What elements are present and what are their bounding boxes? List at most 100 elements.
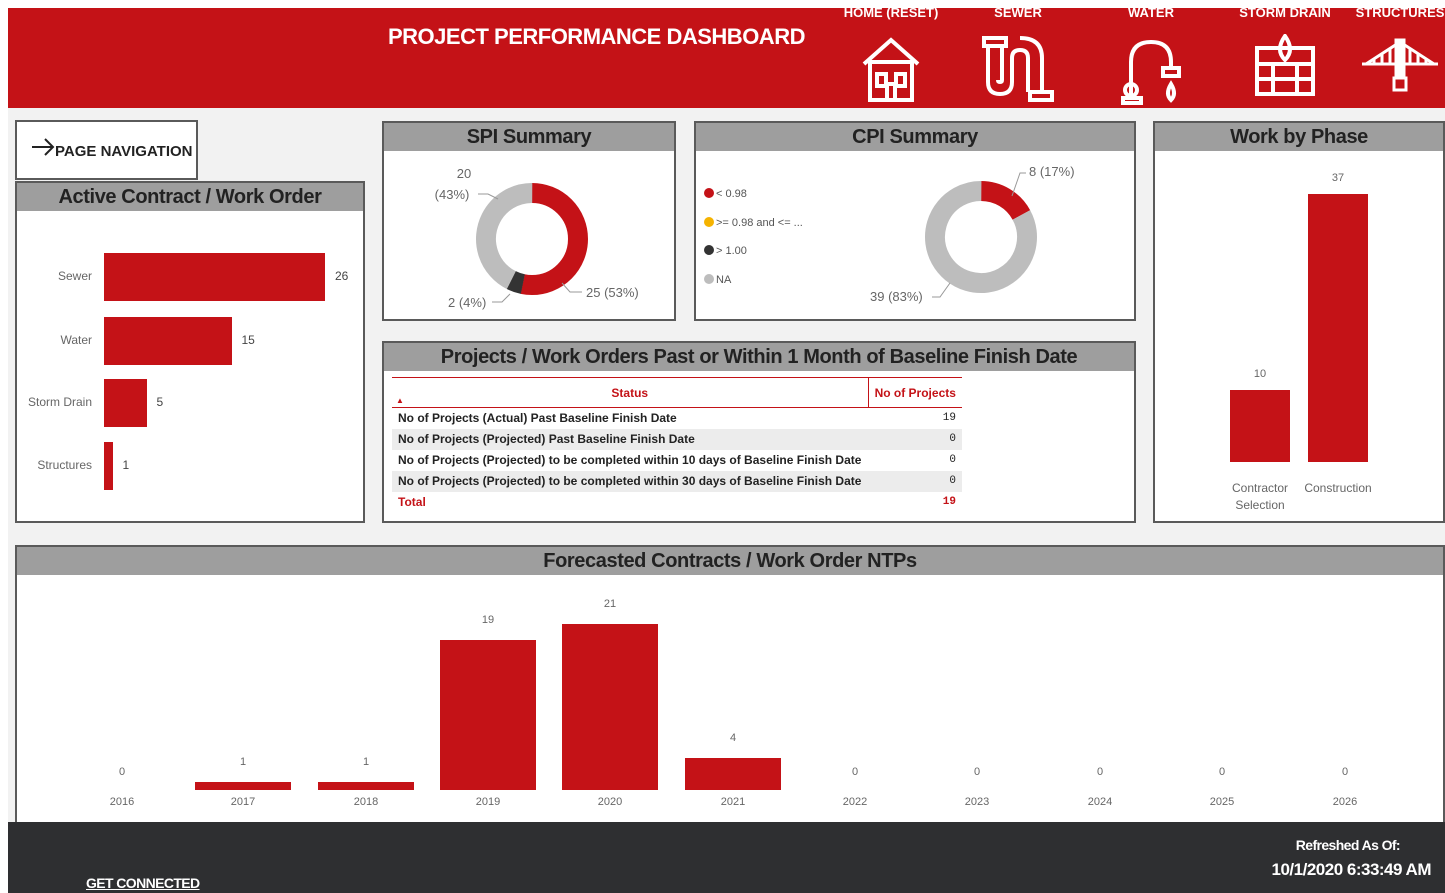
forecast-panel: Forecasted Contracts / Work Order NTPs 0… [15,545,1445,830]
legend-item-na[interactable]: NA [704,274,731,286]
spi-summary-title: SPI Summary [384,123,674,151]
leader-line [561,282,582,293]
work-by-phase-title: Work by Phase [1155,123,1443,151]
nav-structures-label: STRUCTURES [1355,5,1445,20]
legend-dot-yellow [704,217,714,227]
nav-structures-button[interactable]: STRUCTURES [1350,5,1445,108]
storm-drain-icon [1255,34,1315,96]
data-label: 1 [239,756,247,769]
nav-storm-drain-button[interactable]: STORM DRAIN [1220,5,1350,108]
data-label: 19 [481,613,495,626]
bar-2018[interactable] [318,782,414,790]
sort-ascending-icon: ▲ [396,396,404,405]
status-cell: No of Projects (Actual) Past Baseline Fi… [398,411,677,426]
bar-2021[interactable] [685,758,781,790]
bar-2020[interactable] [562,624,658,790]
bar-water[interactable] [104,317,232,365]
column-label: Status [611,385,649,400]
data-label: 0 [118,766,126,778]
table-row[interactable]: No of Projects (Projected) to be complet… [392,450,962,471]
sewer-pipe-icon [982,36,1054,102]
nav-water-label: WATER [1128,5,1174,20]
total-label: Total [398,495,426,509]
category-label: Sewer [57,269,92,283]
baseline-finish-panel: Projects / Work Orders Past or Within 1 … [382,341,1136,523]
data-label: 0 [851,766,859,778]
header-bar: PROJECT PERFORMANCE DASHBOARD HOME (RESE… [8,5,1445,108]
data-label: 15 [241,333,255,347]
donut-slice[interactable] [919,175,1044,300]
slice-label-gray-count: 20 [457,166,471,181]
bar-phase[interactable] [1308,194,1368,462]
table-row[interactable]: No of Projects (Projected) Past Baseline… [392,428,962,450]
data-label: 0 [1096,766,1104,778]
cpi-summary-panel: CPI Summary < 0.98 >= 0.98 and <= ... > … [694,121,1136,321]
data-label: 0 [1218,766,1226,778]
slice-label-black: 2 (4%) [448,295,486,310]
year-label: 2021 [720,796,746,808]
nav-sewer-button[interactable]: SEWER [973,5,1063,108]
table-total-row: Total 19 [392,492,962,513]
spi-donut-chart: 25 (53%) 2 (4%) 20 (43%) [435,166,639,310]
bar-2019[interactable] [440,639,536,790]
dashboard-canvas: Active Contract / Work Order Sewer 26 Wate… [8,108,1445,830]
legend-item-between[interactable]: >= 0.98 and <= ... [704,217,803,229]
bar-sewer[interactable] [104,253,325,301]
active-contracts-panel: Active Contract / Work Order Sewer 26 Wate… [15,181,365,523]
table-row[interactable]: No of Projects (Projected) to be complet… [392,470,962,492]
bar-2017[interactable] [195,782,291,790]
page-navigation-button[interactable]: PAGE NAVIGATION [15,120,198,180]
status-cell: No of Projects (Projected) to be complet… [398,453,862,467]
category-label: Storm Drain [27,395,92,409]
slice-label-red: 8 (17%) [1029,164,1075,179]
legend-item-lt-098[interactable]: < 0.98 [704,188,747,200]
data-label: 26 [335,269,349,283]
column-header-status[interactable]: Status ▲ [392,377,868,408]
spi-summary-panel: SPI Summary 25 (53%) 2 (4%) 20 (43%) [382,121,676,321]
year-label: 2026 [1332,796,1358,808]
slice-label-red: 25 (53%) [586,285,639,300]
data-label: 21 [603,598,617,610]
nav-water-button[interactable]: WATER [1106,5,1196,108]
get-connected-link[interactable]: GET CONNECTED [86,875,200,891]
count-cell: 19 [942,412,956,425]
category-label-line: Construction [1304,481,1372,495]
year-label: 2023 [964,796,990,808]
status-cell: No of Projects (Projected) to be complet… [392,470,868,492]
legend-label: > 1.00 [716,245,747,257]
year-label: 2018 [353,796,379,808]
house-icon [862,37,920,102]
count-cell: 0 [949,454,956,466]
nav-sewer-label: SEWER [994,5,1042,20]
bar-storm-drain[interactable] [104,379,147,427]
work-by-phase-panel: Work by Phase 10 Contractor Selection 37 Con… [1153,121,1445,523]
year-label: 2024 [1087,796,1113,808]
slice-label-gray-pct: (43%) [435,187,470,202]
forecast-title: Forecasted Contracts / Work Order NTPs [17,547,1443,575]
year-label: 2022 [842,796,868,808]
legend-label: < 0.98 [716,188,747,200]
nav-home-reset-button[interactable]: HOME (RESET) [831,5,951,108]
left-margin [0,0,8,893]
legend-item-gt-100[interactable]: > 1.00 [704,245,747,257]
cpi-summary-title: CPI Summary [696,123,1134,151]
year-label: 2025 [1209,796,1235,808]
data-label: 1 [362,756,370,769]
faucet-icon [1121,39,1181,105]
year-label: 2016 [109,796,135,808]
refreshed-timestamp: 10/1/2020 6:33:49 AM [1271,860,1432,879]
data-label: 1 [122,458,130,472]
total-value: 19 [942,496,956,508]
leader-line [492,293,511,303]
nav-storm-drain-label: STORM DRAIN [1239,5,1331,20]
data-label: 37 [1331,172,1345,184]
count-cell: 0 [868,470,962,492]
column-header-count[interactable]: No of Projects [867,377,962,408]
count-cell: 0 [868,428,962,450]
table-row[interactable]: No of Projects (Actual) Past Baseline Fi… [392,408,962,429]
legend-dot-black [704,245,714,255]
bar-phase[interactable] [1230,389,1290,462]
year-label: 2017 [230,796,256,808]
bar-structures[interactable] [104,442,113,490]
active-contracts-title: Active Contract / Work Order [17,183,363,211]
